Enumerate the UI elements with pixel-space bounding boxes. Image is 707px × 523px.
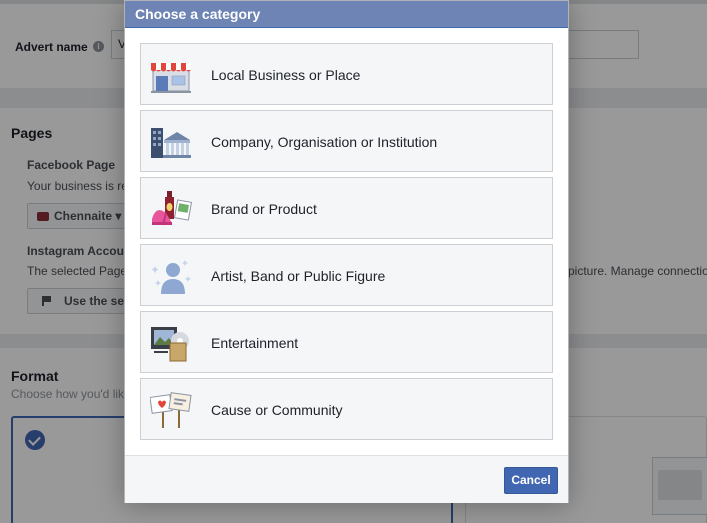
category-list: Local Business or Place Company, Organis… — [140, 43, 553, 445]
cause-signs-icon — [150, 392, 192, 428]
category-brand-product[interactable]: Brand or Product — [140, 177, 553, 239]
category-local-business[interactable]: Local Business or Place — [140, 43, 553, 105]
category-label: Entertainment — [211, 335, 299, 351]
dialog-footer: Cancel — [125, 455, 568, 503]
category-company-organisation[interactable]: Company, Organisation or Institution — [140, 110, 553, 172]
institution-building-icon — [151, 128, 191, 158]
cancel-button[interactable]: Cancel — [504, 467, 558, 494]
entertainment-icon — [151, 327, 189, 362]
public-figure-icon — [151, 260, 191, 294]
dialog-header: Choose a category — [125, 1, 568, 28]
brand-product-icon — [152, 191, 192, 226]
category-label: Cause or Community — [211, 402, 343, 418]
category-entertainment[interactable]: Entertainment — [140, 311, 553, 373]
category-label: Company, Organisation or Institution — [211, 134, 438, 150]
category-artist-public-figure[interactable]: Artist, Band or Public Figure — [140, 244, 553, 306]
dialog-title: Choose a category — [135, 6, 261, 22]
category-cause-community[interactable]: Cause or Community — [140, 378, 553, 440]
storefront-icon — [151, 63, 191, 93]
choose-category-dialog: Choose a category Local Business or Plac… — [124, 0, 569, 503]
category-label: Brand or Product — [211, 201, 317, 217]
category-label: Local Business or Place — [211, 67, 361, 83]
category-label: Artist, Band or Public Figure — [211, 268, 386, 284]
